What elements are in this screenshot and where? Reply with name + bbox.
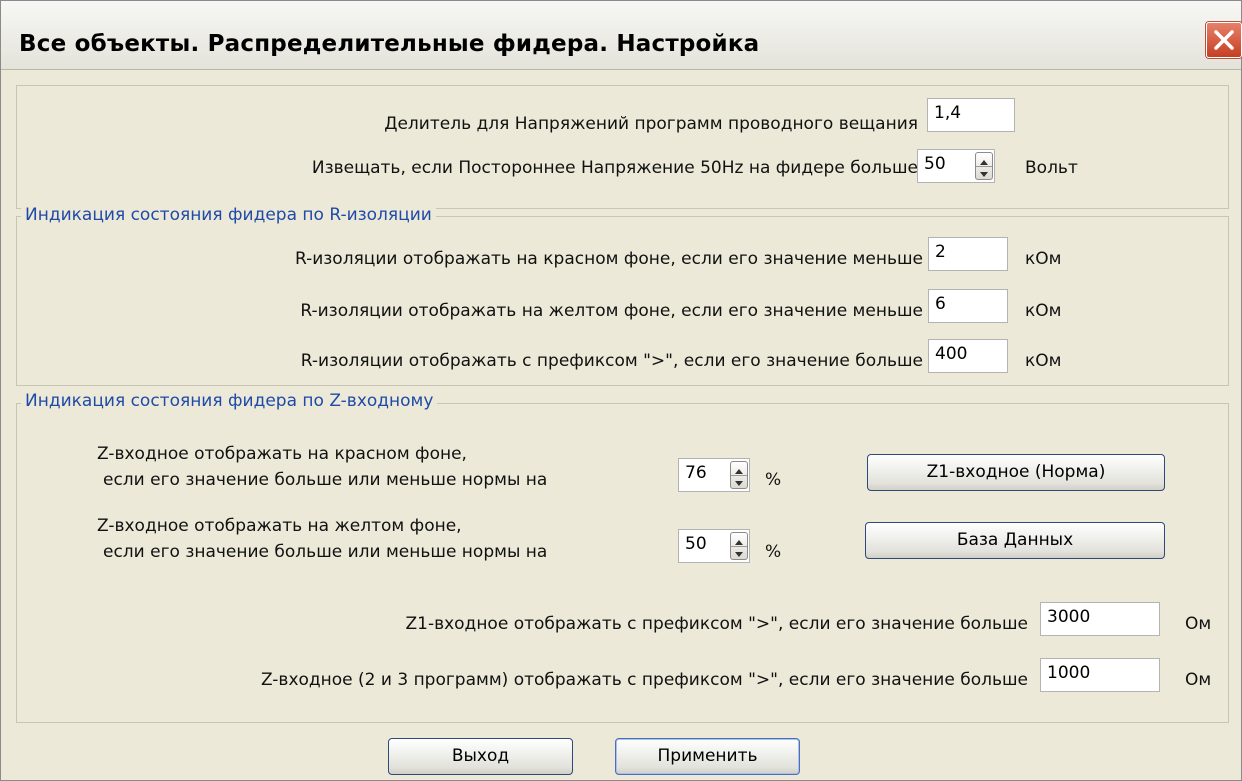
spin-down-icon[interactable] [976, 166, 992, 179]
r-isolation-legend: Индикация состояния фидера по R-изоляции [21, 205, 436, 225]
r-prefix-input[interactable]: 400 [928, 339, 1008, 373]
z-red-unit: % [765, 470, 782, 490]
z-red-label-line1: Z-входное отображать на красном фоне, [97, 444, 467, 464]
spin-up-icon[interactable] [731, 533, 747, 547]
divider-input[interactable]: 1,4 [927, 98, 1015, 132]
z-red-spinner[interactable] [730, 461, 748, 489]
z1-norm-button[interactable]: Z1-входное (Норма) [867, 454, 1165, 491]
r-yellow-input[interactable]: 6 [928, 289, 1008, 323]
database-button[interactable]: База Данных [865, 522, 1165, 559]
z-red-label-line2: если его значение больше или меньше норм… [103, 470, 548, 490]
general-panel: Делитель для Напряжений программ проводн… [16, 85, 1229, 209]
window-title: Все объекты. Распределительные фидера. Н… [19, 31, 760, 57]
apply-button[interactable]: Применить [615, 738, 800, 775]
r-prefix-unit: кОм [1025, 351, 1062, 371]
r-red-label: R-изоляции отображать на красном фоне, е… [294, 249, 923, 269]
r-isolation-group: R-изоляции отображать на красном фоне, е… [16, 216, 1229, 386]
z1-prefix-label: Z1-входное отображать с префиксом ">", е… [405, 614, 1028, 634]
notify-voltage-unit: Вольт [1025, 158, 1078, 178]
z-input-group: Z-входное отображать на красном фоне, ес… [16, 403, 1229, 723]
notify-voltage-label: Извещать, если Постороннее Напряжение 50… [311, 158, 918, 178]
z-input-legend: Индикация состояния фидера по Z-входному [21, 391, 438, 411]
z-yellow-label-line2: если его значение больше или меньше норм… [103, 542, 548, 562]
r-prefix-label: R-изоляции отображать с префиксом ">", е… [300, 351, 923, 371]
spin-up-icon[interactable] [976, 153, 992, 167]
z1-prefix-unit: Ом [1185, 614, 1212, 634]
r-red-input[interactable]: 2 [928, 237, 1008, 271]
notify-voltage-spinner[interactable] [975, 152, 993, 180]
exit-button[interactable]: Выход [388, 738, 573, 775]
z-yellow-unit: % [765, 542, 782, 562]
spin-down-icon[interactable] [731, 475, 747, 488]
close-button[interactable] [1206, 22, 1242, 58]
r-yellow-label: R-изоляции отображать на желтом фоне, ес… [300, 301, 923, 321]
close-icon [1214, 30, 1234, 50]
divider-label: Делитель для Напряжений программ проводн… [384, 114, 918, 134]
z1-prefix-input[interactable]: 3000 [1040, 602, 1160, 636]
z23-prefix-input[interactable]: 1000 [1040, 658, 1160, 692]
title-bar[interactable]: Все объекты. Распределительные фидера. Н… [1, 1, 1242, 70]
z23-prefix-unit: Ом [1185, 670, 1212, 690]
spin-down-icon[interactable] [731, 546, 747, 559]
r-red-unit: кОм [1025, 249, 1062, 269]
z-yellow-label-line1: Z-входное отображать на желтом фоне, [97, 516, 462, 536]
r-yellow-unit: кОм [1025, 301, 1062, 321]
spin-up-icon[interactable] [731, 462, 747, 476]
z-yellow-spinner[interactable] [730, 532, 748, 560]
z23-prefix-label: Z-входное (2 и 3 программ) отображать с … [260, 670, 1028, 690]
settings-window: Все объекты. Распределительные фидера. Н… [0, 0, 1242, 781]
